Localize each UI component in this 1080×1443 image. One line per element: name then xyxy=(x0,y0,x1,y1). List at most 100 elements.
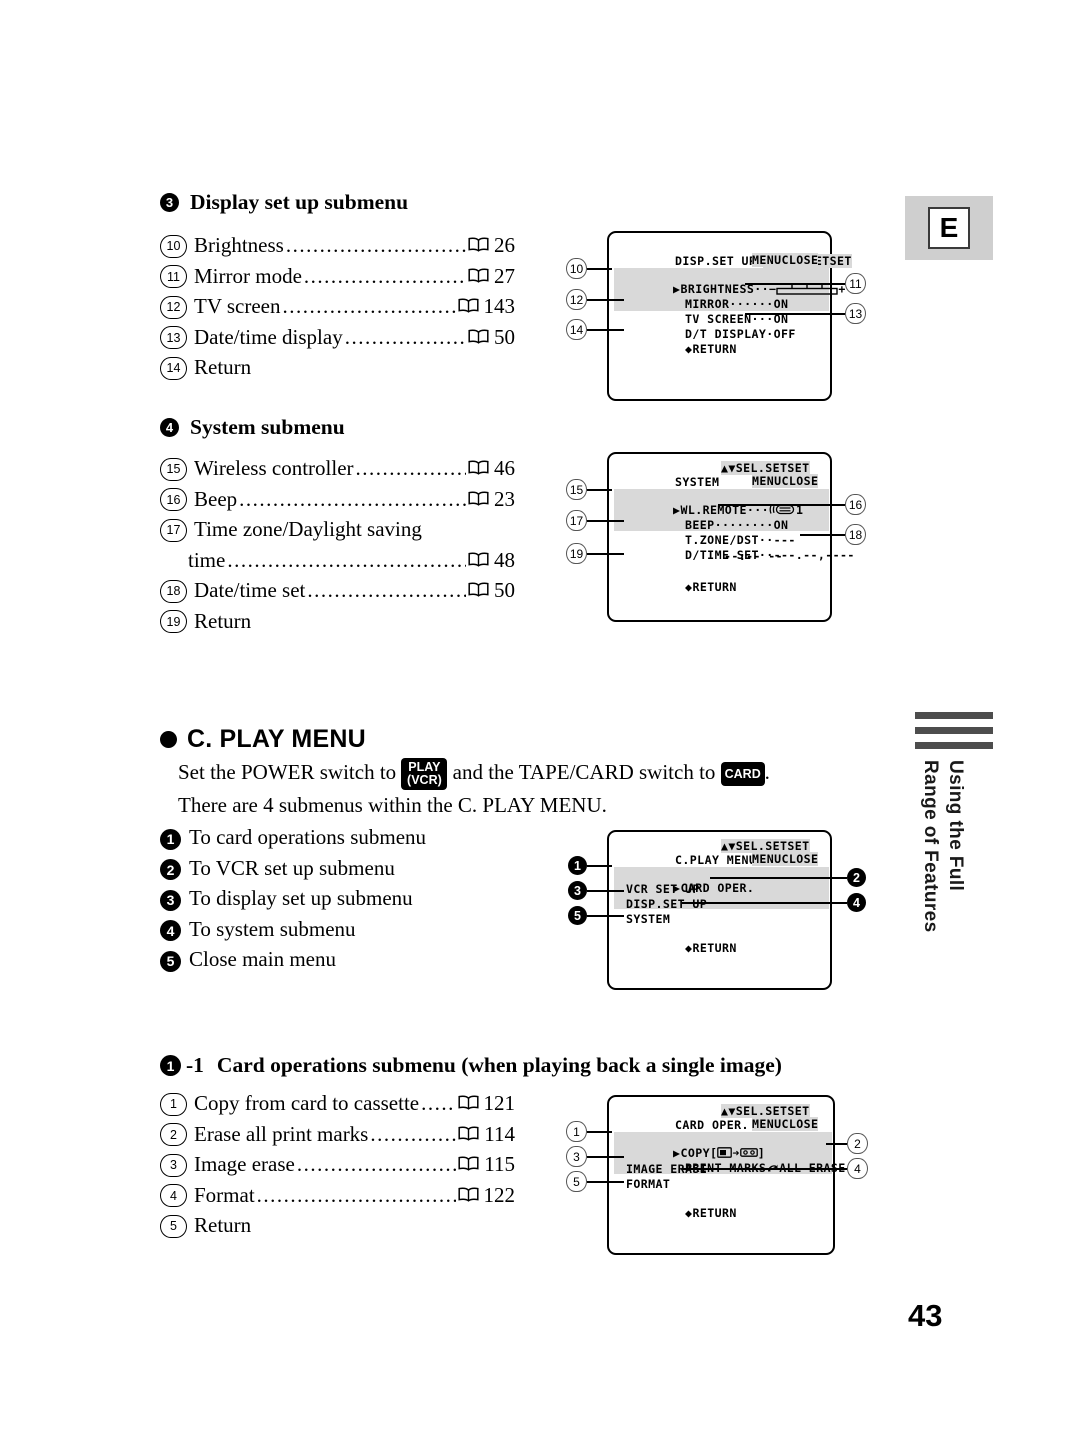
item-number: 1 xyxy=(160,1092,187,1116)
page-ref: 121 xyxy=(483,1091,516,1115)
leader-line xyxy=(587,1156,624,1158)
intro-text-b: and the TAPE/CARD switch to xyxy=(452,760,716,784)
lcd-hint-menu: MENUCLOSE xyxy=(752,253,819,267)
book-icon xyxy=(468,582,489,597)
book-icon xyxy=(468,237,489,252)
book-icon xyxy=(468,551,489,567)
toc-cplay-submenus: 1 To card operations submenu 2 To VCR se… xyxy=(160,822,540,975)
lcd-hint-sel: ▲▼SEL.SETSET xyxy=(721,461,810,475)
book-icon xyxy=(458,1125,479,1141)
edition-tab-box: E xyxy=(905,196,993,260)
manual-page: 3 Display set up submenu 10 Brightness .… xyxy=(0,0,1080,1443)
list-item: 11 Mirror mode .........................… xyxy=(160,261,515,292)
callout-16: 16 xyxy=(845,494,866,515)
lcd-row-format: FORMAT xyxy=(626,1177,671,1191)
item-number: 3 xyxy=(160,1153,187,1177)
callout-10: 10 xyxy=(566,258,587,279)
list-item: 15 Wireless controller .................… xyxy=(160,453,515,484)
leader-line xyxy=(710,877,847,879)
item-label: Copy from card to cassette xyxy=(194,1091,420,1115)
lcd-screen-cplay-menu: C.PLAY MENU ▲▼SEL.SETSET MENUCLOSE ▶CARD… xyxy=(607,830,832,990)
list-item: 5 Return xyxy=(160,1210,515,1241)
lcd-row-time: --:-- -- xyxy=(724,549,784,563)
lcd-row-return: ◆RETURN xyxy=(685,1206,737,1220)
leader-dots: ........................................… xyxy=(344,324,466,349)
item-label: Return xyxy=(194,355,252,379)
item-number: 13 xyxy=(160,326,187,350)
page-ref: 50 xyxy=(494,324,515,349)
callout-12: 12 xyxy=(566,289,587,310)
book-icon xyxy=(468,460,489,475)
callout-13: 13 xyxy=(845,303,866,324)
leader-line xyxy=(682,902,847,904)
list-item: 16 Beep ................................… xyxy=(160,484,515,515)
leader-line xyxy=(587,489,612,491)
lcd-title: CARD OPER. xyxy=(675,1118,749,1132)
leader-dots: ........................................… xyxy=(227,547,466,572)
item-label: Time zone/Daylight saving xyxy=(194,517,422,541)
side-tab-label: Using the Full Range of Features xyxy=(920,760,966,933)
callout-c1: 1 xyxy=(566,1121,587,1142)
callout-c3: 3 xyxy=(566,1146,587,1167)
callout-19: 19 xyxy=(566,543,587,564)
list-item: 19 Return xyxy=(160,606,515,637)
page-ref: 50 xyxy=(494,578,515,602)
callout-11: 11 xyxy=(845,273,866,294)
intro-text-c: . xyxy=(764,760,770,784)
lcd-row-return: ◆RETURN xyxy=(685,580,737,594)
lcd-row-return: ◆RETURN xyxy=(685,941,737,955)
leader-line xyxy=(682,1168,847,1170)
leader-line xyxy=(587,299,624,301)
list-item-continuation: time ...................................… xyxy=(160,545,515,576)
item-label: Date/time set xyxy=(194,578,306,602)
intro-text-a: Set the POWER switch to xyxy=(178,760,397,784)
leader-dots: ........................................… xyxy=(303,263,466,288)
section-marker-1: 1 xyxy=(160,1055,181,1076)
callout-3: 3 xyxy=(568,881,587,900)
section-title-card-ops: Card operations submenu (when playing ba… xyxy=(216,1053,782,1077)
page-ref: 115 xyxy=(484,1152,515,1176)
item-label: TV screen xyxy=(194,294,281,318)
item-label: To card operations submenu xyxy=(189,825,427,849)
item-number: 14 xyxy=(160,356,187,380)
callout-17: 17 xyxy=(566,510,587,531)
play-vcr-key-icon: PLAY (VCR) xyxy=(401,758,448,791)
toc-system-submenu: 15 Wireless controller .................… xyxy=(160,453,515,636)
lcd-title: C.PLAY MENU xyxy=(675,853,757,867)
page-ref: 46 xyxy=(494,456,515,480)
callout-4: 4 xyxy=(847,893,866,912)
leader-dots: ........................................… xyxy=(421,1091,455,1115)
callout-c2: 2 xyxy=(847,1133,868,1154)
item-label: Wireless controller xyxy=(194,456,354,480)
leader-line xyxy=(587,268,612,270)
list-item: 10 Brightness ..........................… xyxy=(160,230,515,261)
item-label: Beep xyxy=(194,486,238,511)
heading-cplay-menu: C. PLAY MENU xyxy=(160,725,366,754)
tab-bar-2 xyxy=(915,727,993,734)
item-label: Close main menu xyxy=(189,947,336,971)
item-number: 4 xyxy=(160,1184,187,1208)
cplay-title: C. PLAY MENU xyxy=(187,725,366,753)
callout-c5: 5 xyxy=(566,1171,587,1192)
toc-card-operations: 1 Copy from card to cassette ...........… xyxy=(160,1088,515,1241)
list-item: 2 Erase all print marks ................… xyxy=(160,1119,515,1150)
leader-dots: ........................................… xyxy=(307,578,466,602)
leader-line xyxy=(587,553,624,555)
item-number: 12 xyxy=(160,295,187,319)
item-number: 18 xyxy=(160,579,187,603)
lcd-row-disp-setup: DISP.SET UP xyxy=(626,897,708,911)
item-label: To VCR set up submenu xyxy=(189,855,395,880)
list-item: 12 TV screen ...........................… xyxy=(160,291,515,322)
card-key-icon: CARD xyxy=(720,762,765,787)
bullet-dot-icon xyxy=(160,731,177,748)
item-number: 17 xyxy=(160,518,187,542)
leader-line xyxy=(718,504,845,506)
item-label: Format xyxy=(194,1182,255,1207)
leader-line xyxy=(587,520,624,522)
item-label: Erase all print marks xyxy=(194,1121,369,1146)
section-title-system: System submenu xyxy=(190,415,345,439)
lcd-screen-system: SYSTEM ▲▼SEL.SETSET MENUCLOSE ▶WL.REMOTE… xyxy=(607,452,854,622)
list-item: 17 Time zone/Daylight saving xyxy=(160,514,515,545)
cplay-intro-paragraph: Set the POWER switch to PLAY (VCR) and th… xyxy=(178,757,848,820)
book-icon xyxy=(457,1095,479,1110)
